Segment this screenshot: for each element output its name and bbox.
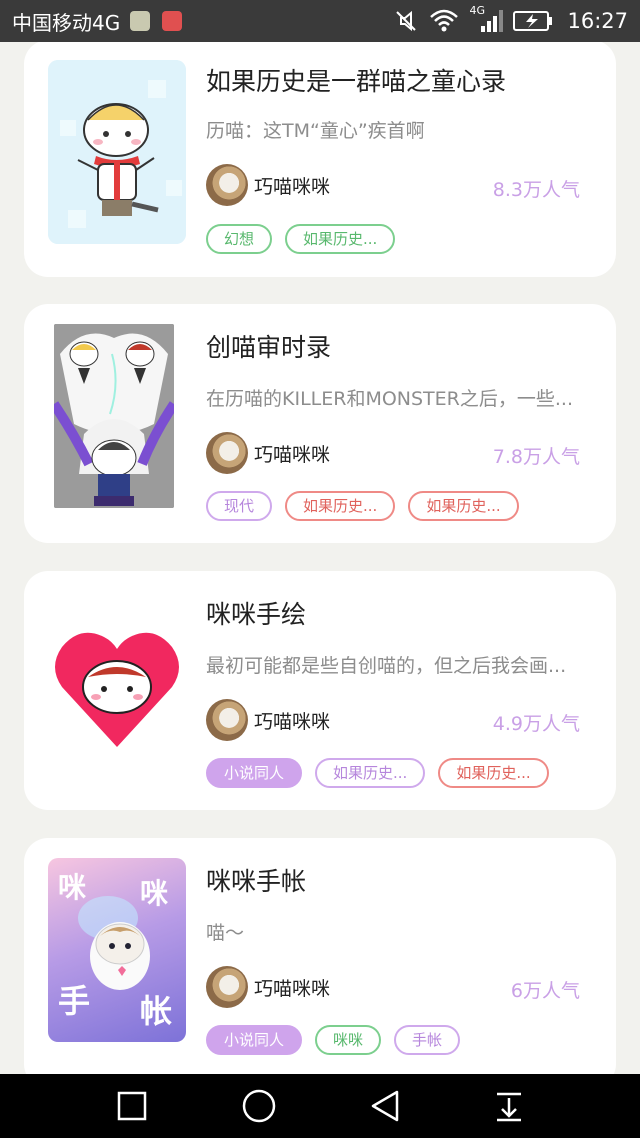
notification-pulldown-icon[interactable] [494, 1090, 524, 1122]
story-title[interactable]: 如果历史是一群喵之童心录 [206, 62, 506, 98]
author-name[interactable]: 巧喵咪咪 [254, 440, 330, 467]
story-cover [48, 597, 186, 781]
popularity-count: 7.8万人气 [492, 446, 580, 468]
tag[interactable]: 现代 [206, 491, 273, 521]
author-name[interactable]: 巧喵咪咪 [254, 974, 330, 1001]
story-title[interactable]: 咪咪手绘 [206, 595, 306, 631]
app-icon-photos [130, 11, 151, 31]
cover-text: 咪 [140, 877, 169, 910]
popularity-count: 8.3万人气 [492, 179, 580, 201]
story-card[interactable]: 咪咪手绘 最初可能都是些自创喵的，但之后我会画... 巧喵咪咪 4.9万人气 小… [24, 571, 616, 810]
tag[interactable]: 如果历史... [408, 491, 519, 521]
story-cover [54, 324, 174, 508]
popularity-count: 6万人气 [510, 980, 580, 1002]
tag-list: 现代 如果历史... 如果历史... [206, 491, 519, 521]
avatar[interactable] [206, 699, 248, 741]
wifi-icon [429, 9, 459, 33]
story-description: 最初可能都是些自创喵的，但之后我会画... [206, 655, 567, 677]
tag[interactable]: 手帐 [394, 1025, 461, 1055]
battery-charging-icon [513, 10, 553, 32]
tag[interactable]: 小说同人 [206, 1025, 303, 1055]
cover-text: 帐 [140, 992, 173, 1030]
story-card[interactable]: 创喵审时录 在历喵的KILLER和MONSTER之后，一些... 巧喵咪咪 7.… [24, 304, 616, 543]
avatar[interactable] [206, 432, 248, 474]
tag-list: 幻想 如果历史... [206, 224, 396, 254]
story-title[interactable]: 咪咪手帐 [206, 862, 306, 898]
clock: 16:27 [567, 9, 628, 33]
story-card[interactable]: 如果历史是一群喵之童心录 历喵：这TM“童心”疾首啊 巧喵咪咪 8.3万人气 幻… [24, 42, 616, 277]
signal-icon: 4G [469, 4, 504, 34]
system-nav-bar [0, 1074, 640, 1138]
author-row[interactable]: 巧喵咪咪 [206, 966, 330, 1008]
tag[interactable]: 如果历史... [285, 491, 396, 521]
mute-icon [393, 8, 419, 34]
story-card[interactable]: 咪 咪 手 帐 咪咪手帐 喵～ 巧喵咪咪 6万人气 小说同人 咪咪 手帐 [24, 838, 616, 1074]
tag-list: 小说同人 如果历史... 如果历史... [206, 758, 549, 788]
avatar[interactable] [206, 164, 248, 206]
story-title[interactable]: 创喵审时录 [206, 328, 331, 364]
status-bar: 中国移动4G 4G 16:27 [0, 0, 640, 42]
story-cover: 咪 咪 手 帐 [48, 858, 186, 1042]
home-icon[interactable] [241, 1088, 277, 1124]
tag[interactable]: 小说同人 [206, 758, 303, 788]
tag[interactable]: 咪咪 [315, 1025, 382, 1055]
back-icon[interactable] [369, 1089, 401, 1123]
author-row[interactable]: 巧喵咪咪 [206, 164, 330, 206]
avatar[interactable] [206, 966, 248, 1008]
cover-text: 咪 [58, 871, 87, 904]
story-description: 历喵：这TM“童心”疾首啊 [206, 120, 425, 142]
network-badge: 4G [469, 4, 485, 17]
author-name[interactable]: 巧喵咪咪 [254, 707, 330, 734]
story-feed[interactable]: 如果历史是一群喵之童心录 历喵：这TM“童心”疾首啊 巧喵咪咪 8.3万人气 幻… [0, 42, 640, 1074]
story-cover [48, 60, 186, 244]
story-description: 喵～ [206, 922, 245, 944]
recent-apps-icon[interactable] [116, 1090, 148, 1122]
app-icon-mail [162, 11, 183, 31]
carrier-label: 中国移动4G [12, 10, 121, 35]
author-name[interactable]: 巧喵咪咪 [254, 172, 330, 199]
author-row[interactable]: 巧喵咪咪 [206, 432, 330, 474]
story-description: 在历喵的KILLER和MONSTER之后，一些... [206, 388, 573, 410]
popularity-count: 4.9万人气 [492, 713, 580, 735]
tag[interactable]: 如果历史... [285, 224, 396, 254]
author-row[interactable]: 巧喵咪咪 [206, 699, 330, 741]
tag[interactable]: 幻想 [206, 224, 273, 254]
tag[interactable]: 如果历史... [315, 758, 426, 788]
tag-list: 小说同人 咪咪 手帐 [206, 1025, 461, 1055]
tag[interactable]: 如果历史... [438, 758, 549, 788]
cover-text: 手 [58, 982, 91, 1020]
